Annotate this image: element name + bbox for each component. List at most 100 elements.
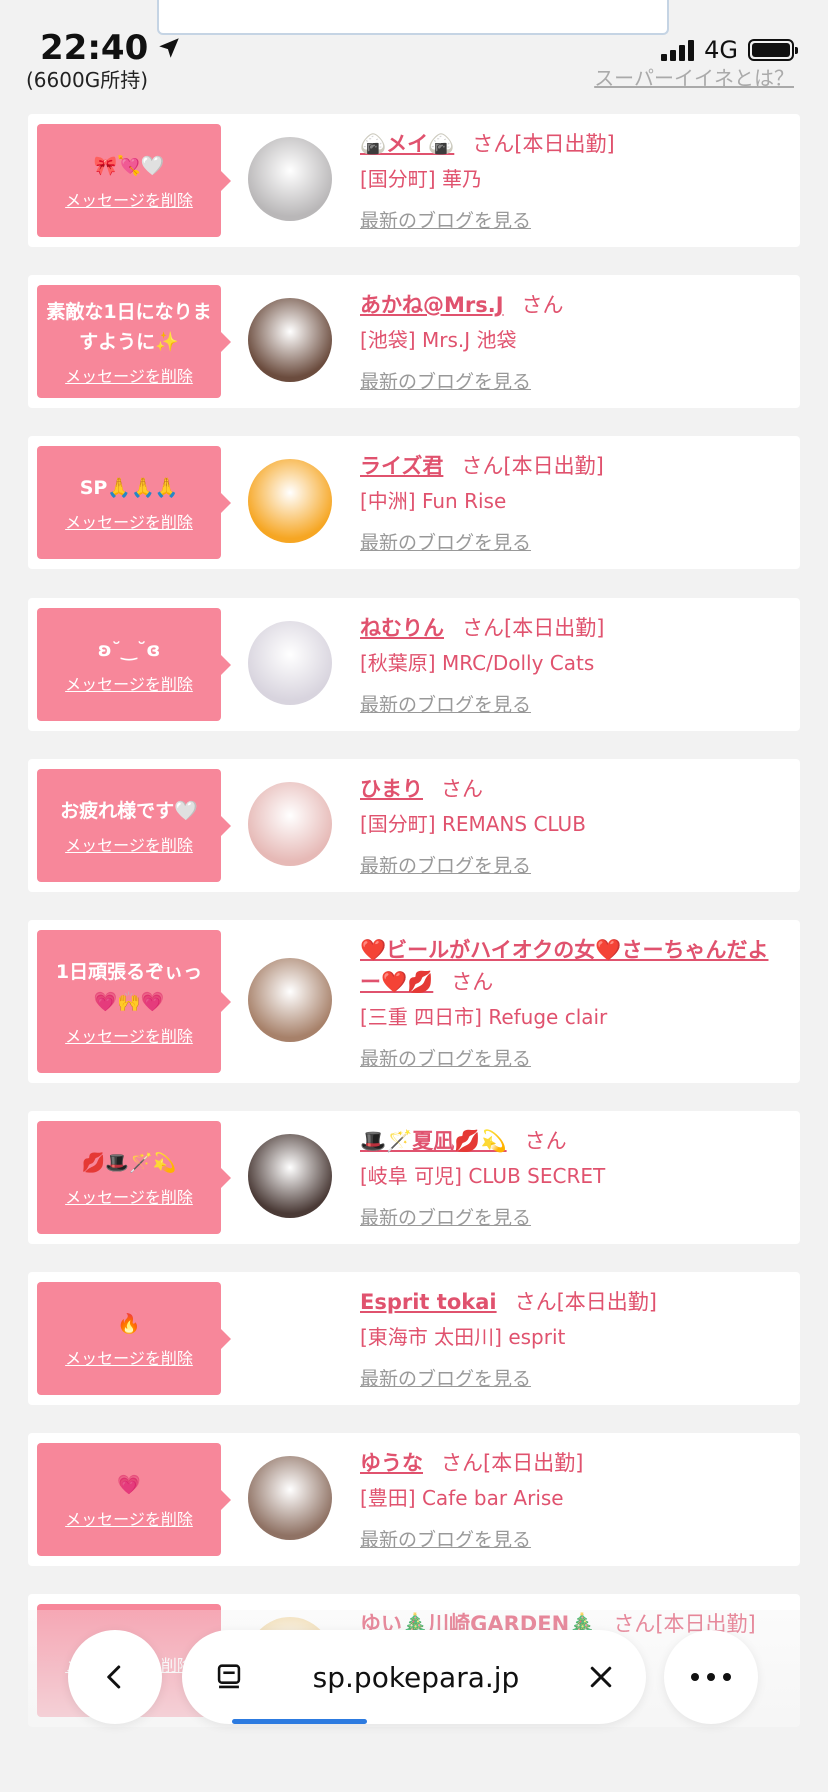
cast-info: 🎩🪄夏凪💋💫 さん [岐阜 可児] CLUB SECRET 最新のブログを見る (360, 1125, 780, 1230)
latest-blog-link[interactable]: 最新のブログを見る (360, 851, 531, 878)
latest-blog-link[interactable]: 最新のブログを見る (360, 206, 531, 233)
working-today-badge: [本日出勤] (504, 616, 605, 640)
name-line: ねむりん さん[本日出勤] (360, 612, 780, 644)
close-icon[interactable] (586, 1662, 616, 1692)
message-text: 💋🎩🪄💫 (81, 1151, 177, 1174)
cast-info: Esprit tokai さん[本日出勤] [東海市 太田川] esprit 最新のブ… (360, 1286, 780, 1391)
message-text: 🔥 (117, 1312, 141, 1335)
message-text: お疲れ様です🤍 (60, 799, 198, 822)
latest-blog-link[interactable]: 最新のブログを見る (360, 367, 531, 394)
message-text: 1日頑張るぞぃっ💗🙌💗 (55, 960, 203, 1013)
message-text: 💗 (117, 1473, 141, 1496)
honorific: さん (451, 970, 494, 994)
message-text: SP🙏🙏🙏 (79, 476, 179, 499)
shop-name: [中洲] Fun Rise (360, 489, 507, 513)
delete-message-link[interactable]: メッセージを削除 (65, 671, 193, 695)
cast-info: ❤️ビールがハイオクの女❤️さーちゃんだよー❤️💋 さん [三重 四日市] Refu… (360, 934, 780, 1071)
cast-info: ライズ君 さん[本日出勤] [中洲] Fun Rise 最新のブログを見る (360, 450, 780, 555)
cast-name-link[interactable]: ❤️ビールがハイオクの女❤️さーちゃんだよー❤️💋 (360, 938, 768, 994)
like-card: お疲れ様です🤍 メッセージを削除 ひまり さん [国分町] REMANS CLUB 最新の… (28, 759, 800, 892)
status-bar: 22:40 (6600G所持) 4G スーパーイイネとは？ (0, 0, 828, 100)
name-line: 🍙メイ🍙 さん[本日出勤] (360, 128, 780, 160)
cast-name-link[interactable]: あかね@Mrs.J (360, 293, 504, 317)
chevron-left-icon (107, 1665, 121, 1689)
message-text: 素敵な1日になりますように✨ (46, 300, 212, 353)
shop-name: [池袋] Mrs.J 池袋 (360, 328, 517, 352)
avatar[interactable] (248, 621, 332, 705)
like-card: 🔥 メッセージを削除 Esprit tokai さん[本日出勤] [東海市 太田川] e… (28, 1272, 800, 1405)
name-line: あかね@Mrs.J さん (360, 289, 780, 321)
avatar[interactable] (248, 1134, 332, 1218)
delete-message-link[interactable]: メッセージを削除 (65, 187, 193, 211)
shop-name: [岐阜 可児] CLUB SECRET (360, 1164, 606, 1188)
working-today-badge: [本日出勤] (483, 1451, 584, 1475)
signal-icon (661, 39, 695, 61)
clock: 22:40 (40, 28, 182, 68)
working-today-badge: [本日出勤] (503, 454, 604, 478)
avatar[interactable] (248, 1295, 332, 1379)
latest-blog-link[interactable]: 最新のブログを見る (360, 1525, 531, 1552)
system-icons: 4G (661, 36, 798, 64)
network-label: 4G (704, 36, 738, 64)
avatar[interactable] (248, 1456, 332, 1540)
cast-info: あかね@Mrs.J さん [池袋] Mrs.J 池袋 最新のブログを見る (360, 289, 780, 394)
latest-blog-link[interactable]: 最新のブログを見る (360, 690, 531, 717)
delete-message-link[interactable]: メッセージを削除 (65, 1023, 193, 1047)
delete-message-link[interactable]: メッセージを削除 (65, 832, 193, 856)
message-text: 🎀💘🤍 (93, 154, 165, 177)
name-line: Esprit tokai さん[本日出勤] (360, 1286, 780, 1318)
honorific: さん (472, 132, 515, 156)
message-bubble: 💗 メッセージを削除 (37, 1443, 231, 1556)
avatar[interactable] (248, 782, 332, 866)
latest-blog-link[interactable]: 最新のブログを見る (360, 1044, 531, 1071)
cast-name-link[interactable]: ゆうな (360, 1451, 423, 1475)
location-arrow-icon (159, 38, 179, 58)
cast-name-link[interactable]: 🍙メイ🍙 (360, 132, 454, 156)
message-bubble: 🔥 メッセージを削除 (37, 1282, 231, 1395)
battery-icon (748, 39, 798, 61)
honorific: さん (441, 777, 483, 801)
avatar[interactable] (248, 459, 332, 543)
like-card: 💋🎩🪄💫 メッセージを削除 🎩🪄夏凪💋💫 さん [岐阜 可児] CLUB SECRET 最… (28, 1111, 800, 1244)
shop-name: [秋葉原] MRC/Dolly Cats (360, 651, 595, 675)
delete-message-link[interactable]: メッセージを削除 (65, 1506, 193, 1530)
message-bubble: ʚ˘‿˘ɞ メッセージを削除 (37, 608, 231, 721)
more-options-button[interactable] (664, 1630, 758, 1724)
latest-blog-link[interactable]: 最新のブログを見る (360, 1364, 531, 1391)
time-text: 22:40 (40, 28, 149, 68)
latest-blog-link[interactable]: 最新のブログを見る (360, 1203, 531, 1230)
name-line: ライズ君 さん[本日出勤] (360, 450, 780, 482)
avatar[interactable] (248, 958, 332, 1042)
delete-message-link[interactable]: メッセージを削除 (65, 1184, 193, 1208)
working-today-badge: [本日出勤] (556, 1290, 657, 1314)
avatar[interactable] (248, 298, 332, 382)
cast-name-link[interactable]: ねむりん (360, 616, 444, 640)
cast-info: ねむりん さん[本日出勤] [秋葉原] MRC/Dolly Cats 最新のブログを見… (360, 612, 780, 717)
message-text: ʚ˘‿˘ɞ (97, 638, 161, 661)
points-balance: (6600G所持) (26, 68, 149, 92)
url-text[interactable]: sp.pokepara.jp (246, 1661, 586, 1694)
reader-mode-icon[interactable] (212, 1660, 246, 1694)
cast-info: ひまり さん [国分町] REMANS CLUB 最新のブログを見る (360, 773, 780, 878)
cast-info: 🍙メイ🍙 さん[本日出勤] [国分町] 華乃 最新のブログを見る (360, 128, 780, 233)
cast-name-link[interactable]: ひまり (360, 777, 423, 801)
name-line: 🎩🪄夏凪💋💫 さん (360, 1125, 780, 1157)
avatar[interactable] (248, 137, 332, 221)
honorific: さん (461, 454, 504, 478)
shop-name: [三重 四日市] Refuge clair (360, 1005, 608, 1029)
ellipsis-icon (691, 1673, 731, 1681)
delete-message-link[interactable]: メッセージを削除 (65, 363, 193, 387)
cast-name-link[interactable]: ライズ君 (360, 454, 443, 478)
like-card: SP🙏🙏🙏 メッセージを削除 ライズ君 さん[本日出勤] [中洲] Fun Rise 最新… (28, 436, 800, 569)
delete-message-link[interactable]: メッセージを削除 (65, 509, 193, 533)
cast-name-link[interactable]: 🎩🪄夏凪💋💫 (360, 1129, 507, 1153)
name-line: ひまり さん (360, 773, 780, 805)
delete-message-link[interactable]: メッセージを削除 (65, 1345, 193, 1369)
super-like-info-link[interactable]: スーパーイイネとは？ (594, 62, 794, 91)
address-bar[interactable]: sp.pokepara.jp (182, 1630, 646, 1724)
latest-blog-link[interactable]: 最新のブログを見る (360, 528, 531, 555)
cast-name-link[interactable]: Esprit tokai (360, 1290, 497, 1314)
working-today-badge: [本日出勤] (514, 132, 615, 156)
cast-info: ゆうな さん[本日出勤] [豊田] Cafe bar Arise 最新のブログを見る (360, 1447, 780, 1552)
back-button[interactable] (68, 1630, 162, 1724)
